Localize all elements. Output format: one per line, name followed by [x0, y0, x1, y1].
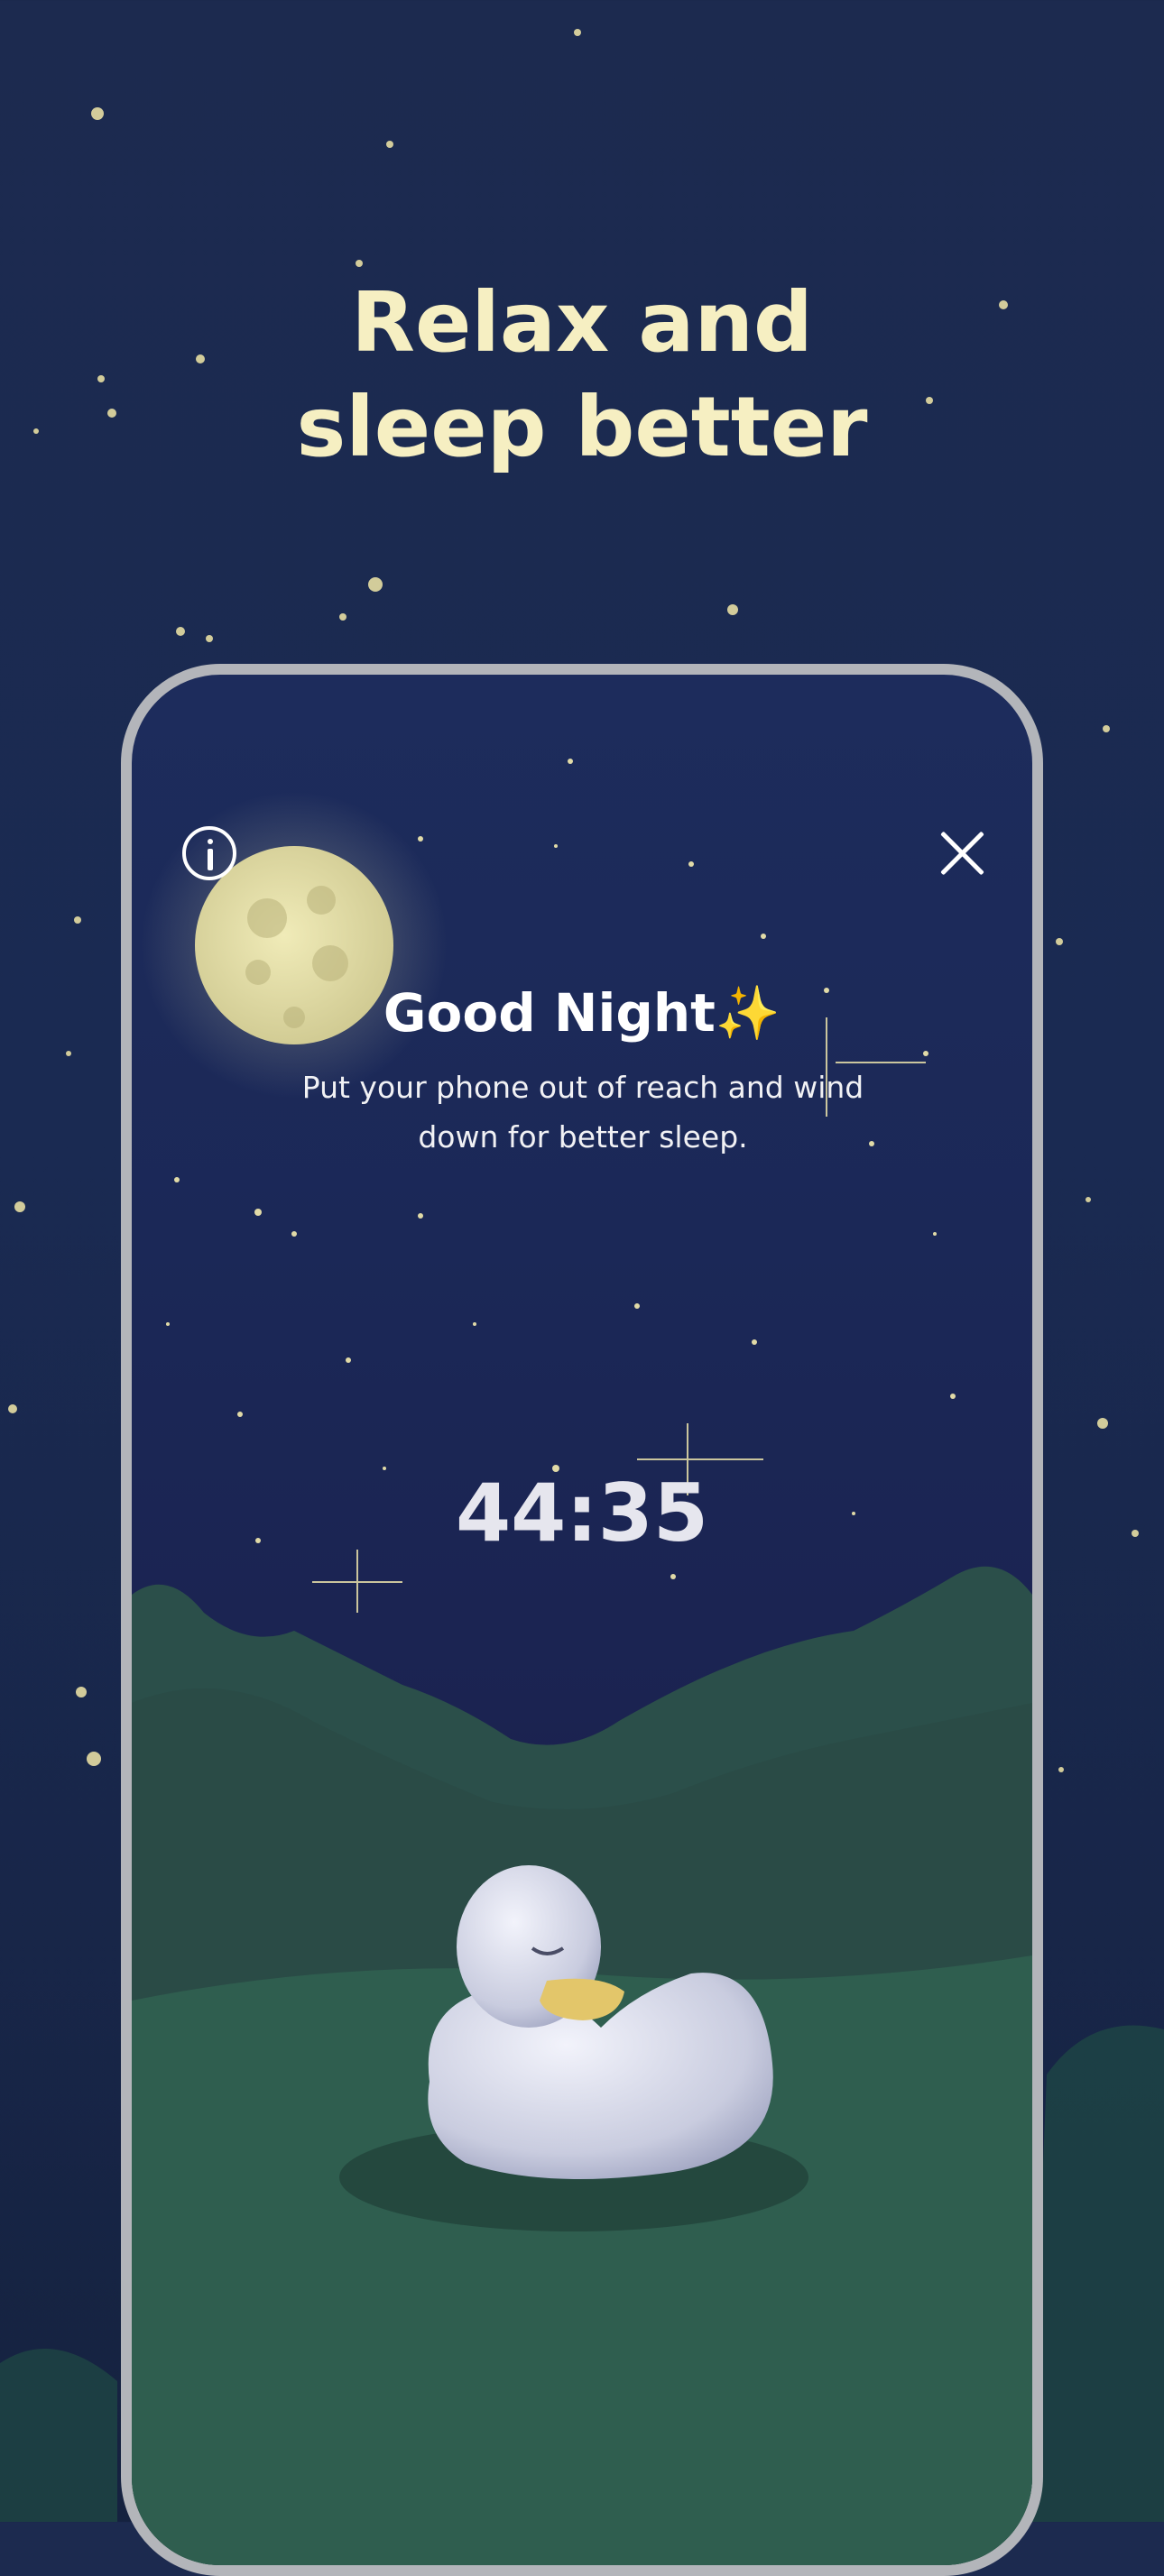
phone-scene-illustration: [132, 759, 1032, 2565]
headline-line-1: Relax and: [351, 274, 813, 371]
close-icon[interactable]: [935, 826, 989, 880]
headline: Relax and sleep better: [0, 271, 1164, 480]
countdown-timer: 44:35: [455, 1467, 709, 1559]
info-icon[interactable]: [182, 826, 236, 880]
phone-mockup: Good Night✨ Put your phone out of reach …: [121, 664, 1043, 2576]
info-icon-bar: [208, 849, 213, 870]
info-icon-dot: [208, 839, 213, 844]
headline-line-2: sleep better: [296, 379, 868, 475]
subtitle-text: Put your phone out of reach and wind dow…: [301, 1070, 864, 1155]
title-text: Good Night: [383, 982, 716, 1044]
sparkles-icon: ✨: [715, 982, 781, 1044]
good-night-title: Good Night✨: [132, 981, 1032, 1044]
